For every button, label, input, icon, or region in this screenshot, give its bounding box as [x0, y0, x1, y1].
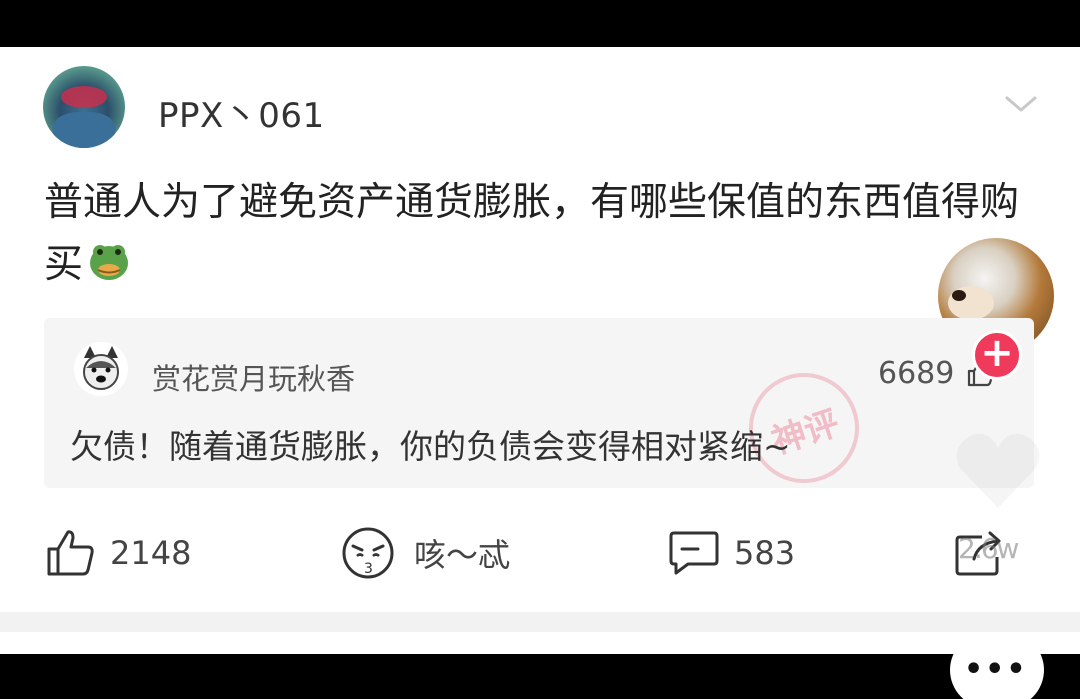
chevron-down-icon[interactable]	[1003, 92, 1039, 116]
follow-button[interactable]: +	[972, 330, 1022, 380]
next-card-edge	[0, 632, 1080, 654]
comment-like-count: 6689	[878, 356, 955, 391]
heart-overlay-icon	[956, 433, 1040, 508]
thumbs-up-icon	[47, 530, 94, 576]
comment-bubble-icon	[669, 531, 719, 575]
commenter-name[interactable]: 赏花赏月玩秋香	[152, 356, 355, 398]
more-dots-icon: •••	[964, 652, 1028, 687]
like-count: 2148	[110, 534, 192, 572]
share-count: 2.6w	[958, 532, 1019, 565]
comment-button[interactable]: 583	[668, 526, 795, 580]
commenter-avatar[interactable]	[74, 342, 128, 396]
more-bubble[interactable]: •••	[950, 632, 1044, 699]
emoji-label: 咳～忒	[414, 536, 511, 574]
top-comment[interactable]: 赏花赏月玩秋香 神评 6689 欠债！随着通货膨胀，你的负债会变得相对紧缩~	[44, 318, 1034, 488]
cough-face-icon: 3	[342, 527, 394, 579]
author-username[interactable]: PPX丶061	[158, 88, 325, 137]
comment-count: 583	[734, 534, 796, 572]
avatar-face	[61, 86, 107, 108]
husky-avatar-icon	[74, 342, 128, 396]
author-avatar[interactable]	[43, 66, 125, 148]
svg-text:3: 3	[364, 561, 373, 577]
like-button[interactable]: 2148	[46, 526, 191, 580]
post-title[interactable]: 普通人为了避免资产通货膨胀，有哪些保值的东西值得购买	[44, 172, 1054, 296]
comment-text: 欠债！随着通货膨胀，你的负债会变得相对紧缩~	[70, 427, 791, 466]
avatar-nose	[952, 290, 966, 301]
separator	[0, 612, 1080, 632]
avatar-body	[53, 112, 115, 148]
toad-emoji-icon	[90, 245, 129, 280]
post-title-text: 普通人为了避免资产通货膨胀，有哪些保值的东西值得购买	[44, 180, 1020, 287]
emoji-reaction-button[interactable]: 3 咳～忒	[338, 526, 510, 580]
